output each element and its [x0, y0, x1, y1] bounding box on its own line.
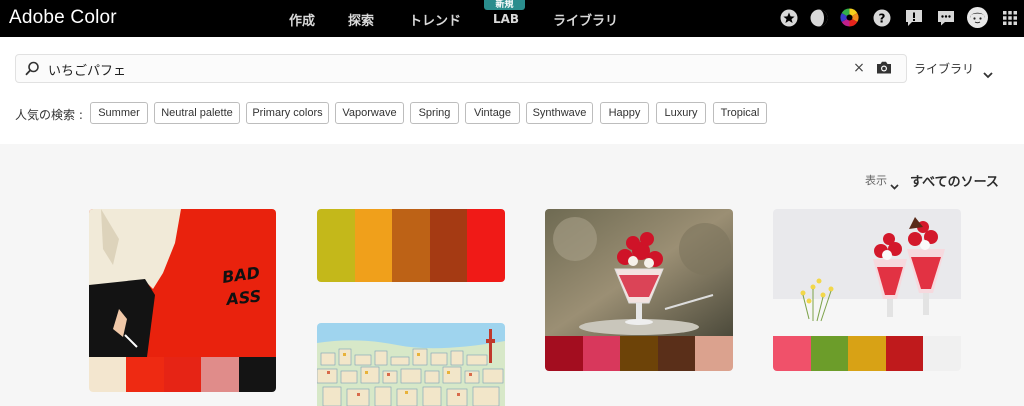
card-warm-palette[interactable] [317, 209, 505, 282]
svg-text:ASS: ASS [223, 286, 262, 309]
avatar[interactable] [967, 7, 988, 28]
moon-icon[interactable] [809, 8, 828, 27]
svg-text:?: ? [878, 11, 885, 25]
swatch[interactable] [695, 336, 733, 371]
source-filter: 表示 すべてのソース [0, 170, 1024, 190]
palette [89, 357, 276, 392]
swatch[interactable] [317, 209, 355, 282]
swatch[interactable] [392, 209, 430, 282]
search-input[interactable]: いちごパフェ × [15, 54, 907, 83]
star-icon[interactable] [779, 8, 798, 27]
palette [545, 336, 733, 371]
chip-vaporwave[interactable]: Vaporwave [335, 102, 404, 124]
swatch[interactable] [848, 336, 886, 371]
show-label: 表示 [865, 174, 887, 187]
brand-logo[interactable]: Adobe Color [9, 7, 117, 29]
chevron-down-icon[interactable] [890, 175, 899, 194]
chip-neutral-palette[interactable]: Neutral palette [154, 102, 240, 124]
swatch[interactable] [582, 336, 621, 371]
city-image [317, 323, 505, 406]
search-area: いちごパフェ × ライブラリ 人気の検索 : Summer Neutral pa… [0, 37, 1024, 144]
library-select[interactable]: ライブラリ [914, 60, 974, 77]
camera-icon[interactable] [876, 60, 892, 79]
popular-searches-label: 人気の検索 : [15, 108, 83, 122]
chevron-down-icon[interactable] [983, 64, 993, 83]
nav-trends[interactable]: トレンド [409, 10, 461, 29]
chip-spring[interactable]: Spring [410, 102, 459, 124]
swatch[interactable] [163, 357, 202, 392]
nav-lab[interactable]: LAB [493, 12, 519, 26]
nav-create[interactable]: 作成 [289, 10, 315, 29]
apps-grid-icon[interactable] [1000, 8, 1019, 27]
search-icon [25, 61, 40, 80]
nav-libraries[interactable]: ライブラリ [553, 10, 618, 29]
swatch[interactable] [657, 336, 696, 371]
swatch[interactable] [126, 357, 164, 392]
card-badass-illustration[interactable]: BAD ASS [89, 209, 276, 392]
illustration-image: BAD ASS [89, 209, 276, 357]
nav-explore[interactable]: 探索 [348, 10, 374, 29]
swatch[interactable] [545, 336, 583, 371]
feedback-icon[interactable] [904, 8, 923, 27]
palette [773, 336, 961, 371]
clear-search-button[interactable]: × [852, 60, 866, 76]
swatch[interactable] [773, 336, 811, 371]
card-strawberry-parfait-1[interactable] [545, 209, 733, 371]
swatch[interactable] [201, 357, 239, 392]
chip-luxury[interactable]: Luxury [656, 102, 706, 124]
swatch[interactable] [354, 209, 393, 282]
chip-vintage[interactable]: Vintage [465, 102, 520, 124]
chip-primary-colors[interactable]: Primary colors [246, 102, 329, 124]
search-query[interactable]: いちごパフェ [48, 60, 126, 79]
swatch[interactable] [89, 357, 127, 392]
chip-tropical[interactable]: Tropical [713, 102, 767, 124]
swatch[interactable] [810, 336, 849, 371]
color-wheel-icon[interactable] [840, 8, 859, 27]
top-bar: Adobe Color 作成 探索 トレンド 新規 LAB ライブラリ ? [0, 0, 1024, 37]
chip-summer[interactable]: Summer [90, 102, 148, 124]
chat-icon[interactable] [936, 8, 955, 27]
swatch[interactable] [885, 336, 924, 371]
card-strawberry-parfait-2[interactable] [773, 209, 961, 371]
card-city-illustration[interactable] [317, 323, 505, 406]
new-badge: 新規 [484, 0, 525, 10]
source-select[interactable]: すべてのソース [910, 171, 999, 190]
swatch[interactable] [429, 209, 468, 282]
chip-happy[interactable]: Happy [600, 102, 649, 124]
swatch[interactable] [238, 357, 276, 392]
swatch[interactable] [923, 336, 961, 371]
swatch[interactable] [467, 209, 505, 282]
chip-synthwave[interactable]: Synthwave [526, 102, 593, 124]
parfait-photo [545, 209, 733, 336]
help-icon[interactable]: ? [872, 8, 891, 27]
swatch[interactable] [620, 336, 658, 371]
parfait-photo [773, 209, 961, 336]
